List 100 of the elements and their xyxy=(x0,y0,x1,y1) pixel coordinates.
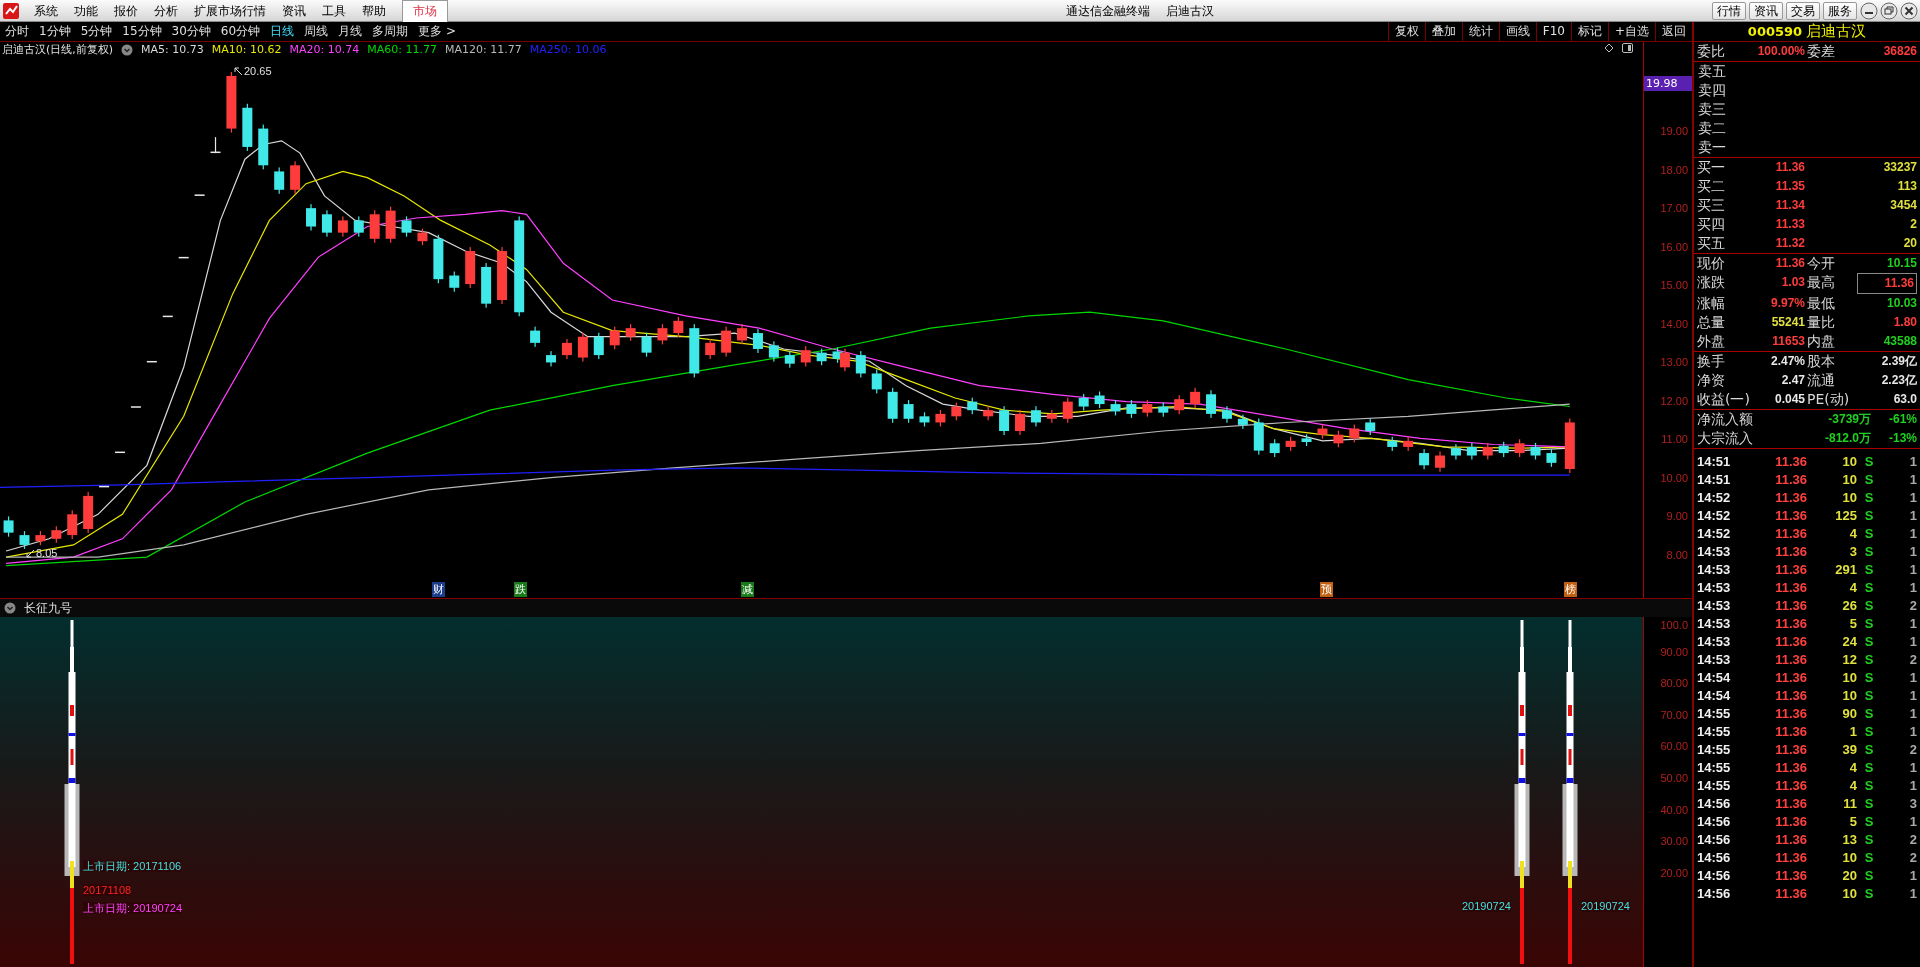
dropdown-icon[interactable] xyxy=(121,44,134,57)
candlestick xyxy=(417,228,428,246)
quote-value: 10.03 xyxy=(1885,295,1917,312)
period-tab[interactable]: 更多 > xyxy=(413,22,461,41)
close-button[interactable] xyxy=(1900,1,1918,20)
menu-item[interactable]: 扩展市场行情 xyxy=(186,0,274,22)
quote-label: 换手 xyxy=(1697,352,1726,371)
trade-price: 11.36 xyxy=(1774,507,1807,525)
candlestick xyxy=(210,137,221,154)
chart-tool-button[interactable]: 画线 xyxy=(1498,22,1536,41)
menu-item[interactable]: 报价 xyxy=(106,0,146,22)
menu-item[interactable]: 分析 xyxy=(146,0,186,22)
quote-label: 股本 xyxy=(1807,352,1836,371)
event-marker[interactable]: 榜 xyxy=(1564,582,1577,597)
trade-time: 14:51 xyxy=(1697,471,1732,489)
market-tab[interactable]: 市场 xyxy=(402,0,448,22)
toolbar-button[interactable]: 交易 xyxy=(1786,1,1820,20)
menu-item[interactable]: 资讯 xyxy=(274,0,314,22)
period-tab[interactable]: 30分钟 xyxy=(166,22,216,41)
quote-label: 外盘 xyxy=(1697,332,1726,351)
menu-item[interactable]: 系统 xyxy=(26,0,66,22)
date-note: 20190724 xyxy=(1462,900,1511,912)
trade-side: S xyxy=(1863,633,1875,651)
toolbar-button[interactable]: 服务 xyxy=(1823,1,1857,20)
menu-item[interactable]: 工具 xyxy=(314,0,354,22)
period-tab[interactable]: 分时 xyxy=(0,22,34,41)
candlestick xyxy=(1158,402,1169,417)
quote-label: 现价 xyxy=(1697,254,1726,273)
chart-tool-button[interactable]: 叠加 xyxy=(1424,22,1462,41)
candlestick xyxy=(83,491,94,533)
chart-tool-button[interactable]: 统计 xyxy=(1461,22,1499,41)
period-tab[interactable]: 1分钟 xyxy=(34,22,76,41)
chart-tool-button[interactable]: 返回 xyxy=(1655,22,1692,41)
diamond-icon[interactable] xyxy=(1604,43,1614,53)
period-tab[interactable]: 15分钟 xyxy=(117,22,167,41)
trade-count: 1 xyxy=(1908,885,1917,903)
quote-value: 20 xyxy=(1902,235,1917,252)
trade-volume: 4 xyxy=(1848,579,1857,597)
axis-label: 70.00 xyxy=(1660,707,1688,723)
event-marker[interactable]: 跌 xyxy=(514,582,527,597)
trade-side: S xyxy=(1863,831,1875,849)
event-marker[interactable]: 财 xyxy=(432,582,445,597)
trade-time: 14:55 xyxy=(1697,777,1732,795)
candlestick xyxy=(1365,418,1376,435)
menu-item[interactable]: 功能 xyxy=(66,0,106,22)
event-marker[interactable]: 减 xyxy=(741,582,754,597)
candlestick xyxy=(1498,441,1509,458)
minimize-button[interactable] xyxy=(1860,1,1878,20)
trade-volume: 10 xyxy=(1841,687,1857,705)
price-annotation: 20.65 xyxy=(244,64,272,79)
trade-side: S xyxy=(1863,561,1875,579)
trade-volume: 125 xyxy=(1834,507,1857,525)
quote-value: 11.36 xyxy=(1774,255,1805,272)
trade-count: 1 xyxy=(1908,705,1917,723)
period-tab[interactable]: 5分钟 xyxy=(75,22,118,41)
trade-side: S xyxy=(1863,669,1875,687)
quote-value: 9.97% xyxy=(1769,295,1805,312)
chart-tool-button[interactable]: +自选 xyxy=(1607,22,1655,41)
trade-volume: 10 xyxy=(1841,471,1857,489)
quote-value: 36826 xyxy=(1882,43,1917,60)
candlestick xyxy=(321,210,332,237)
toolbar-button[interactable]: 行情 xyxy=(1712,1,1746,20)
period-tab[interactable]: 日线 xyxy=(265,22,300,41)
chart-tool-button[interactable]: 复权 xyxy=(1387,22,1425,41)
menu-item[interactable]: 帮助 xyxy=(354,0,394,22)
candlestick xyxy=(1094,391,1105,409)
trade-price: 11.36 xyxy=(1774,543,1807,561)
period-tab[interactable]: 周线 xyxy=(299,22,334,41)
quote-value: 11.33 xyxy=(1774,216,1805,233)
candlestick xyxy=(115,451,125,454)
period-tab[interactable]: 60分钟 xyxy=(215,22,266,41)
period-tab[interactable]: 多周期 xyxy=(367,22,414,41)
trade-time: 14:54 xyxy=(1697,669,1732,687)
chart-title: 启迪古汉(日线,前复权) xyxy=(2,42,114,58)
trade-side: S xyxy=(1863,615,1875,633)
period-tab[interactable]: 月线 xyxy=(333,22,368,41)
chart-tool-button[interactable]: F10 xyxy=(1535,22,1571,41)
event-marker[interactable]: 预 xyxy=(1320,582,1333,597)
trade-time: 14:53 xyxy=(1697,561,1732,579)
trade-side: S xyxy=(1863,543,1875,561)
candlestick xyxy=(433,234,444,284)
candlestick xyxy=(465,247,476,289)
toolbar-button[interactable]: 资讯 xyxy=(1749,1,1783,20)
candlestick xyxy=(1564,418,1575,473)
quote-label: 涨跌 xyxy=(1697,273,1726,292)
axis-label: 16.00 xyxy=(1660,239,1688,255)
candlestick xyxy=(768,341,779,362)
restore-button[interactable] xyxy=(1880,1,1898,20)
trade-time: 14:55 xyxy=(1697,759,1732,777)
dropdown-icon[interactable] xyxy=(4,602,16,614)
quote-label: 卖一 xyxy=(1698,139,1726,155)
axis-label: 15.00 xyxy=(1660,277,1688,293)
panel-toggle-icon[interactable] xyxy=(1622,43,1633,53)
quote-value: 11.32 xyxy=(1774,235,1805,252)
moving-average-legend: MA250: 10.06 xyxy=(529,42,607,59)
chart-tool-button[interactable]: 标记 xyxy=(1570,22,1608,41)
axis-label: 17.00 xyxy=(1660,200,1688,216)
arrow-icon xyxy=(234,66,243,76)
candlestick xyxy=(449,271,460,292)
quote-value: -3739万 xyxy=(1827,411,1871,428)
